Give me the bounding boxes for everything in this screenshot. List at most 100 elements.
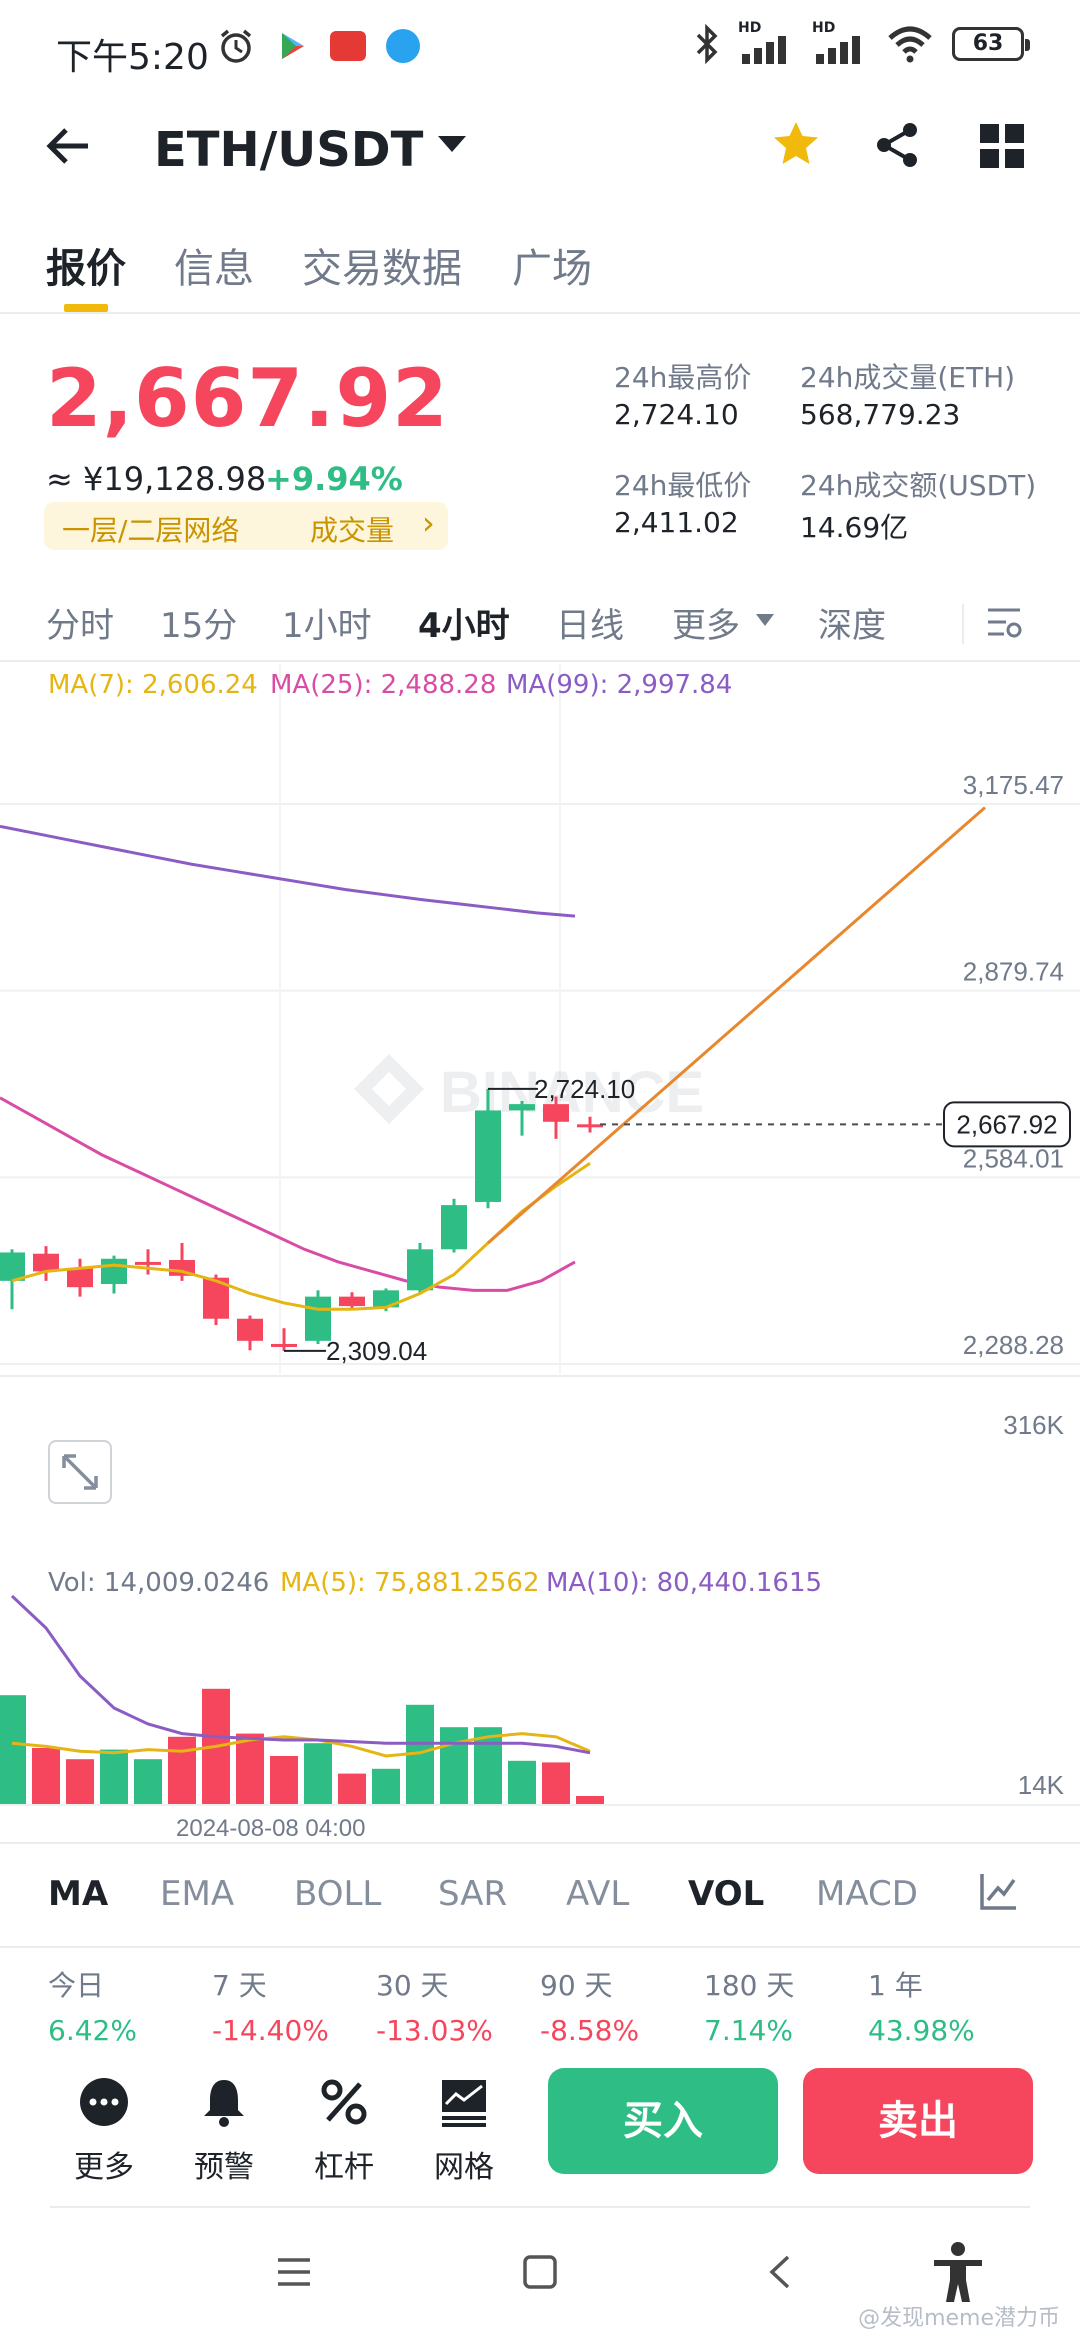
amt-value: 14.69亿 (800, 511, 909, 544)
signal-icon-2: HD (812, 20, 868, 64)
expand-chart-icon[interactable] (48, 1440, 112, 1504)
tab-trade-data[interactable]: 交易数据 (302, 236, 462, 294)
action-alert[interactable]: 预警 (174, 2076, 274, 2186)
share-icon[interactable] (872, 120, 922, 174)
buy-button[interactable]: 买入 (548, 2068, 778, 2174)
nav-home-icon[interactable] (522, 2254, 558, 2294)
chart-settings-icon[interactable] (984, 602, 1024, 646)
status-icons-left (216, 26, 420, 66)
tag-volume: 成交量 (310, 514, 395, 547)
status-bar: 下午5:20 HD HD 63 (0, 0, 1080, 100)
indicator-avl[interactable]: AVL (566, 1874, 629, 1914)
candle-body (577, 1124, 603, 1128)
last-price: 2,667.92 (46, 352, 449, 445)
price-chart[interactable]: 3,175.472,879.742,584.012,288.28 BINANCE… (0, 664, 1080, 1844)
perf-label-180d: 180 天 (704, 1969, 795, 2002)
candle-body (0, 1252, 25, 1281)
favorite-star-icon[interactable] (770, 118, 822, 183)
accessibility-icon[interactable] (930, 2240, 986, 2308)
indicator-settings-icon[interactable] (978, 1870, 1020, 1916)
candle-body (237, 1318, 263, 1341)
perf-value-today: 6.42% (48, 2014, 137, 2047)
volume-bar (168, 1736, 196, 1804)
bluetooth-icon (696, 24, 718, 64)
interval-15m[interactable]: 15分 (160, 598, 237, 647)
volume-bar (440, 1727, 468, 1804)
last-price-label: 2,667.92 (956, 1109, 1057, 1139)
action-more[interactable]: 更多 (54, 2076, 154, 2186)
low-value: 2,411.02 (614, 506, 739, 539)
wifi-icon (888, 26, 932, 63)
candle-body (441, 1205, 467, 1250)
divider (962, 604, 964, 644)
volume-bar (236, 1733, 264, 1804)
back-arrow-icon[interactable] (40, 118, 96, 184)
volume-bar (0, 1695, 26, 1804)
candle-body (509, 1104, 535, 1111)
tag-pill[interactable]: 一层/二层网络 成交量 › (44, 502, 448, 550)
volume-ma10-line (10, 1594, 591, 1755)
more-dots-icon (80, 2078, 128, 2126)
main-tabs: 报价 信息 交易数据 广场 (0, 222, 1080, 314)
interval-bar: 分时 15分 1小时 4小时 日线 更多 深度 (0, 582, 1080, 662)
candle-body (305, 1296, 331, 1341)
low-label: 24h最低价 (614, 469, 752, 502)
volume-bar (542, 1762, 570, 1804)
volume-tick-label: 316K (1003, 1410, 1064, 1440)
vol-legend: Vol: 14,009.0246 (48, 1568, 270, 1598)
vol-label: 24h成交量(ETH) (800, 361, 1016, 394)
status-time: 下午5:20 (56, 37, 209, 78)
perf-value-30d: -13.03% (376, 2014, 493, 2047)
volume-bar (66, 1759, 94, 1804)
pair-dropdown-icon[interactable] (438, 136, 466, 152)
indicator-macd[interactable]: MACD (816, 1874, 918, 1914)
volume-tick-label: 14K (1018, 1770, 1065, 1800)
ma25-legend: MA(25): 2,488.28 (270, 670, 497, 700)
interval-depth[interactable]: 深度 (818, 598, 886, 647)
interval-4h[interactable]: 4小时 (418, 598, 510, 647)
y-tick-label: 3,175.47 (963, 770, 1064, 800)
alarm-icon (220, 29, 252, 63)
nav-menu-icon[interactable] (276, 2256, 312, 2292)
perf-label-30d: 30 天 (376, 1969, 449, 2002)
tab-quote[interactable]: 报价 (46, 236, 126, 294)
pair-title[interactable]: ETH/USDT (154, 122, 423, 178)
indicator-ma[interactable]: MA (48, 1874, 108, 1914)
indicator-vol[interactable]: VOL (688, 1874, 764, 1914)
indicator-boll[interactable]: BOLL (294, 1874, 381, 1914)
sell-button[interactable]: 卖出 (803, 2068, 1033, 2174)
volume-bar (576, 1796, 604, 1804)
action-more-label: 更多 (74, 2150, 134, 2185)
candle-body (101, 1258, 127, 1285)
tab-square[interactable]: 广场 (512, 236, 592, 294)
app-icon-blue (386, 29, 420, 63)
indicator-sar[interactable]: SAR (438, 1874, 507, 1914)
play-store-icon (282, 33, 304, 59)
candle-body (67, 1268, 93, 1288)
interval-line[interactable]: 分时 (46, 598, 114, 647)
perf-label-7d: 7 天 (212, 1969, 267, 2002)
interval-1h[interactable]: 1小时 (282, 598, 372, 647)
interval-more[interactable]: 更多 (672, 598, 740, 647)
candle-body (33, 1253, 59, 1272)
indicator-ema[interactable]: EMA (160, 1874, 234, 1914)
volume-bar (32, 1748, 60, 1804)
ma99-line (0, 824, 576, 918)
vol-value: 568,779.23 (800, 398, 961, 431)
tag-network: 一层/二层网络 (62, 514, 240, 547)
layout-grid-icon[interactable] (980, 124, 1024, 172)
volume-ma5-line (11, 1732, 591, 1758)
action-leverage[interactable]: 杠杆 (294, 2076, 394, 2186)
interval-1d[interactable]: 日线 (556, 598, 624, 647)
tab-info[interactable]: 信息 (174, 236, 254, 294)
action-alert-label: 预警 (194, 2150, 254, 2185)
high-label: 24h最高价 (614, 361, 752, 394)
date-label: 2024-08-08 04:00 (176, 1815, 366, 1842)
ma99-legend: MA(99): 2,997.84 (506, 670, 733, 700)
percent-icon (321, 2079, 367, 2125)
action-grid[interactable]: 网格 (414, 2076, 514, 2186)
more-dropdown-icon[interactable] (756, 614, 774, 626)
volume-bar (270, 1756, 298, 1804)
price-cny: ≈ ¥19,128.98 (46, 460, 267, 498)
nav-back-icon[interactable] (766, 2254, 794, 2294)
